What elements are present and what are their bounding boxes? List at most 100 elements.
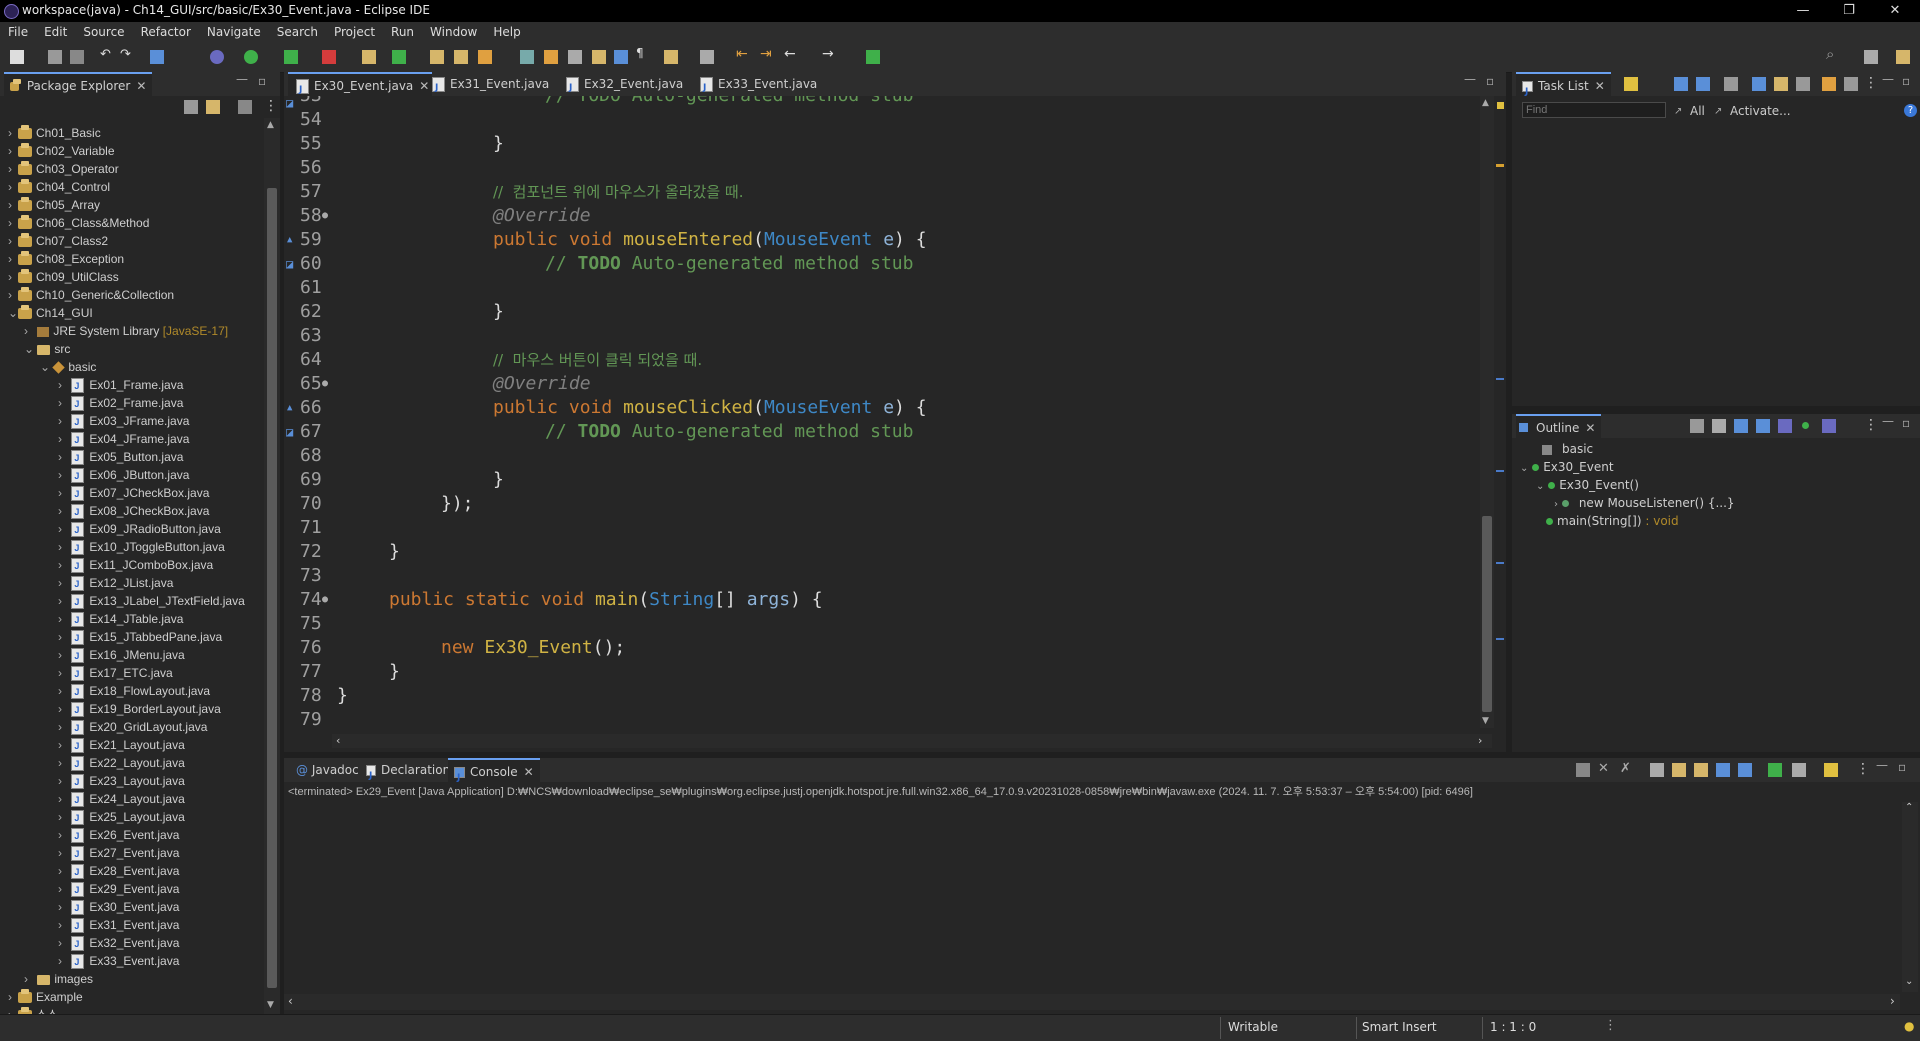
- sync-changed-icon[interactable]: [1822, 77, 1836, 91]
- java-file-item[interactable]: › Ex24_Layout.java: [0, 790, 185, 809]
- remove-all-icon[interactable]: ✗: [1620, 761, 1634, 776]
- tab-ex30-event[interactable]: Ex30_Event.java✕: [288, 72, 432, 102]
- java-file-item[interactable]: › Ex12_JList.java: [0, 574, 173, 593]
- pin-editor-icon[interactable]: [866, 50, 880, 64]
- terminate-icon[interactable]: [1576, 763, 1590, 777]
- java-file-item[interactable]: › Ex03_JFrame.java: [0, 412, 189, 431]
- close-icon[interactable]: ✕: [136, 79, 146, 93]
- annotation-icon[interactable]: [520, 50, 534, 64]
- task-marker[interactable]: [1496, 470, 1504, 472]
- menu-project[interactable]: Project: [326, 22, 383, 42]
- project-item[interactable]: › Ch01_Basic: [0, 124, 101, 142]
- java-file-item[interactable]: › Ex23_Layout.java: [0, 772, 185, 791]
- sort-icon[interactable]: [1734, 419, 1748, 433]
- project-item[interactable]: › Ch03_Operator: [0, 160, 119, 178]
- activate-link[interactable]: Activate...: [1730, 104, 1791, 118]
- hide-fields-icon[interactable]: [1756, 419, 1770, 433]
- maximize-view-icon[interactable]: ▫: [258, 74, 266, 88]
- minimize-button[interactable]: —: [1780, 0, 1826, 22]
- search-flashlight-icon[interactable]: [478, 50, 492, 64]
- maximize-view-icon[interactable]: ▫: [1898, 760, 1906, 774]
- explorer-scroll-thumb[interactable]: [267, 188, 277, 988]
- search-icon[interactable]: ⌕: [1826, 45, 1840, 63]
- outline-anonymous-class[interactable]: › new MouseListener() {...}: [1554, 494, 1735, 512]
- java-file-item[interactable]: › Ex10_JToggleButton.java: [0, 538, 225, 557]
- scroll-up-icon[interactable]: ⌃: [1905, 802, 1913, 813]
- scroll-down-icon[interactable]: ⌄: [1905, 976, 1913, 987]
- view-menu-icon[interactable]: ⋮: [1856, 761, 1870, 777]
- java-file-item[interactable]: › Ex25_Layout.java: [0, 808, 185, 827]
- editor-scroll-thumb[interactable]: [1482, 516, 1492, 712]
- next-annotation-icon[interactable]: [664, 50, 678, 64]
- project-item[interactable]: › Example: [0, 988, 83, 1006]
- overview-ruler[interactable]: [1494, 96, 1506, 728]
- java-file-item[interactable]: › Ex14_JTable.java: [0, 610, 183, 629]
- pin-console-icon[interactable]: [1768, 763, 1782, 777]
- task-marker[interactable]: [1496, 562, 1504, 564]
- explorer-scrollbar[interactable]: ▲ ▼: [264, 118, 280, 1014]
- forward-icon[interactable]: →: [822, 46, 836, 62]
- project-item[interactable]: › Ch08_Exception: [0, 250, 124, 268]
- last-edit-icon[interactable]: ⇤: [736, 46, 750, 62]
- minimize-view-icon[interactable]: —: [1882, 414, 1894, 428]
- tab-declaration[interactable]: Declaration: [362, 758, 454, 788]
- tab-javadoc[interactable]: @ Javadoc: [292, 758, 363, 782]
- tip-lightbulb-icon[interactable]: ●: [1904, 1019, 1914, 1033]
- terminal-icon[interactable]: [150, 50, 164, 64]
- java-file-item[interactable]: › Ex11_JComboBox.java: [0, 556, 213, 575]
- mark-occurrences-icon[interactable]: [544, 50, 558, 64]
- remove-launch-icon[interactable]: ✕: [1598, 761, 1612, 776]
- open-task-icon[interactable]: [454, 50, 468, 64]
- project-item[interactable]: › Ch09_UtilClass: [0, 268, 119, 286]
- project-item[interactable]: › Ch10_Generic&Collection: [0, 286, 174, 304]
- outline-class[interactable]: ⌄ Ex30_Event: [1520, 458, 1614, 476]
- java-file-item[interactable]: › Ex01_Frame.java: [0, 376, 183, 395]
- menu-edit[interactable]: Edit: [36, 22, 75, 42]
- outline-constructor[interactable]: ⌄ Ex30_Event(): [1536, 476, 1639, 494]
- filter-icon[interactable]: [238, 100, 252, 114]
- new-package-icon[interactable]: [392, 50, 406, 64]
- collapse-all-icon[interactable]: [184, 100, 198, 114]
- close-icon[interactable]: ✕: [1595, 79, 1605, 93]
- show-stdout-icon[interactable]: [1716, 763, 1730, 777]
- minimize-editor-icon[interactable]: —: [1464, 72, 1476, 86]
- java-file-item[interactable]: › Ex09_JRadioButton.java: [0, 520, 221, 539]
- menu-refactor[interactable]: Refactor: [133, 22, 199, 42]
- java-file-item[interactable]: › Ex02_Frame.java: [0, 394, 183, 413]
- show-stderr-icon[interactable]: [1738, 763, 1752, 777]
- java-file-item[interactable]: › Ex30_Event.java: [0, 898, 179, 917]
- chevron-down-icon[interactable]: ⌄: [1536, 481, 1544, 492]
- collapse-all-icon[interactable]: [1796, 77, 1810, 91]
- collapse-all-icon[interactable]: [1690, 419, 1704, 433]
- project-item[interactable]: › Ch07_Class2: [0, 232, 108, 250]
- editor-hscrollbar[interactable]: ‹ ›: [332, 734, 1492, 748]
- scroll-left-icon[interactable]: ‹: [336, 734, 340, 747]
- java-file-item[interactable]: › Ex07_JCheckBox.java: [0, 484, 209, 503]
- java-file-item[interactable]: › Ex33_Event.java: [0, 952, 179, 971]
- chevron-down-icon[interactable]: ⌄: [1520, 463, 1528, 474]
- maximize-view-icon[interactable]: ▫: [1902, 416, 1910, 430]
- hide-completed-icon[interactable]: [1752, 77, 1766, 91]
- tab-ex32-event[interactable]: Ex32_Event.java: [558, 72, 696, 100]
- restore-button[interactable]: ❐: [1826, 0, 1872, 22]
- project-item[interactable]: ›소스: [0, 1006, 58, 1014]
- outline-package[interactable]: basic: [1542, 440, 1593, 458]
- scroll-left-icon[interactable]: ‹: [288, 994, 293, 1008]
- word-wrap-icon[interactable]: [614, 50, 628, 64]
- open-perspective-icon[interactable]: [1864, 50, 1878, 64]
- insert-mode-status[interactable]: Smart Insert: [1362, 1020, 1437, 1034]
- jre-library-item[interactable]: › JRE System Library [JavaSE-17]: [0, 322, 228, 340]
- view-menu-icon[interactable]: ⋮: [1864, 75, 1878, 91]
- console-vscrollbar[interactable]: ⌃ ⌄: [1902, 802, 1918, 992]
- new-java-project-icon[interactable]: [362, 50, 376, 64]
- project-item[interactable]: › Ch04_Control: [0, 178, 110, 196]
- java-file-item[interactable]: › Ex27_Event.java: [0, 844, 179, 863]
- new-task-icon[interactable]: [1624, 77, 1638, 91]
- cursor-position[interactable]: 1 : 1 : 0: [1490, 1020, 1536, 1034]
- java-file-item[interactable]: › Ex06_JButton.java: [0, 466, 189, 485]
- link-with-editor-icon[interactable]: [206, 100, 220, 114]
- java-file-item[interactable]: › Ex04_JFrame.java: [0, 430, 189, 449]
- menu-window[interactable]: Window: [422, 22, 485, 42]
- open-console-icon[interactable]: [1824, 763, 1838, 777]
- tab-ex33-event[interactable]: Ex33_Event.java: [692, 72, 830, 100]
